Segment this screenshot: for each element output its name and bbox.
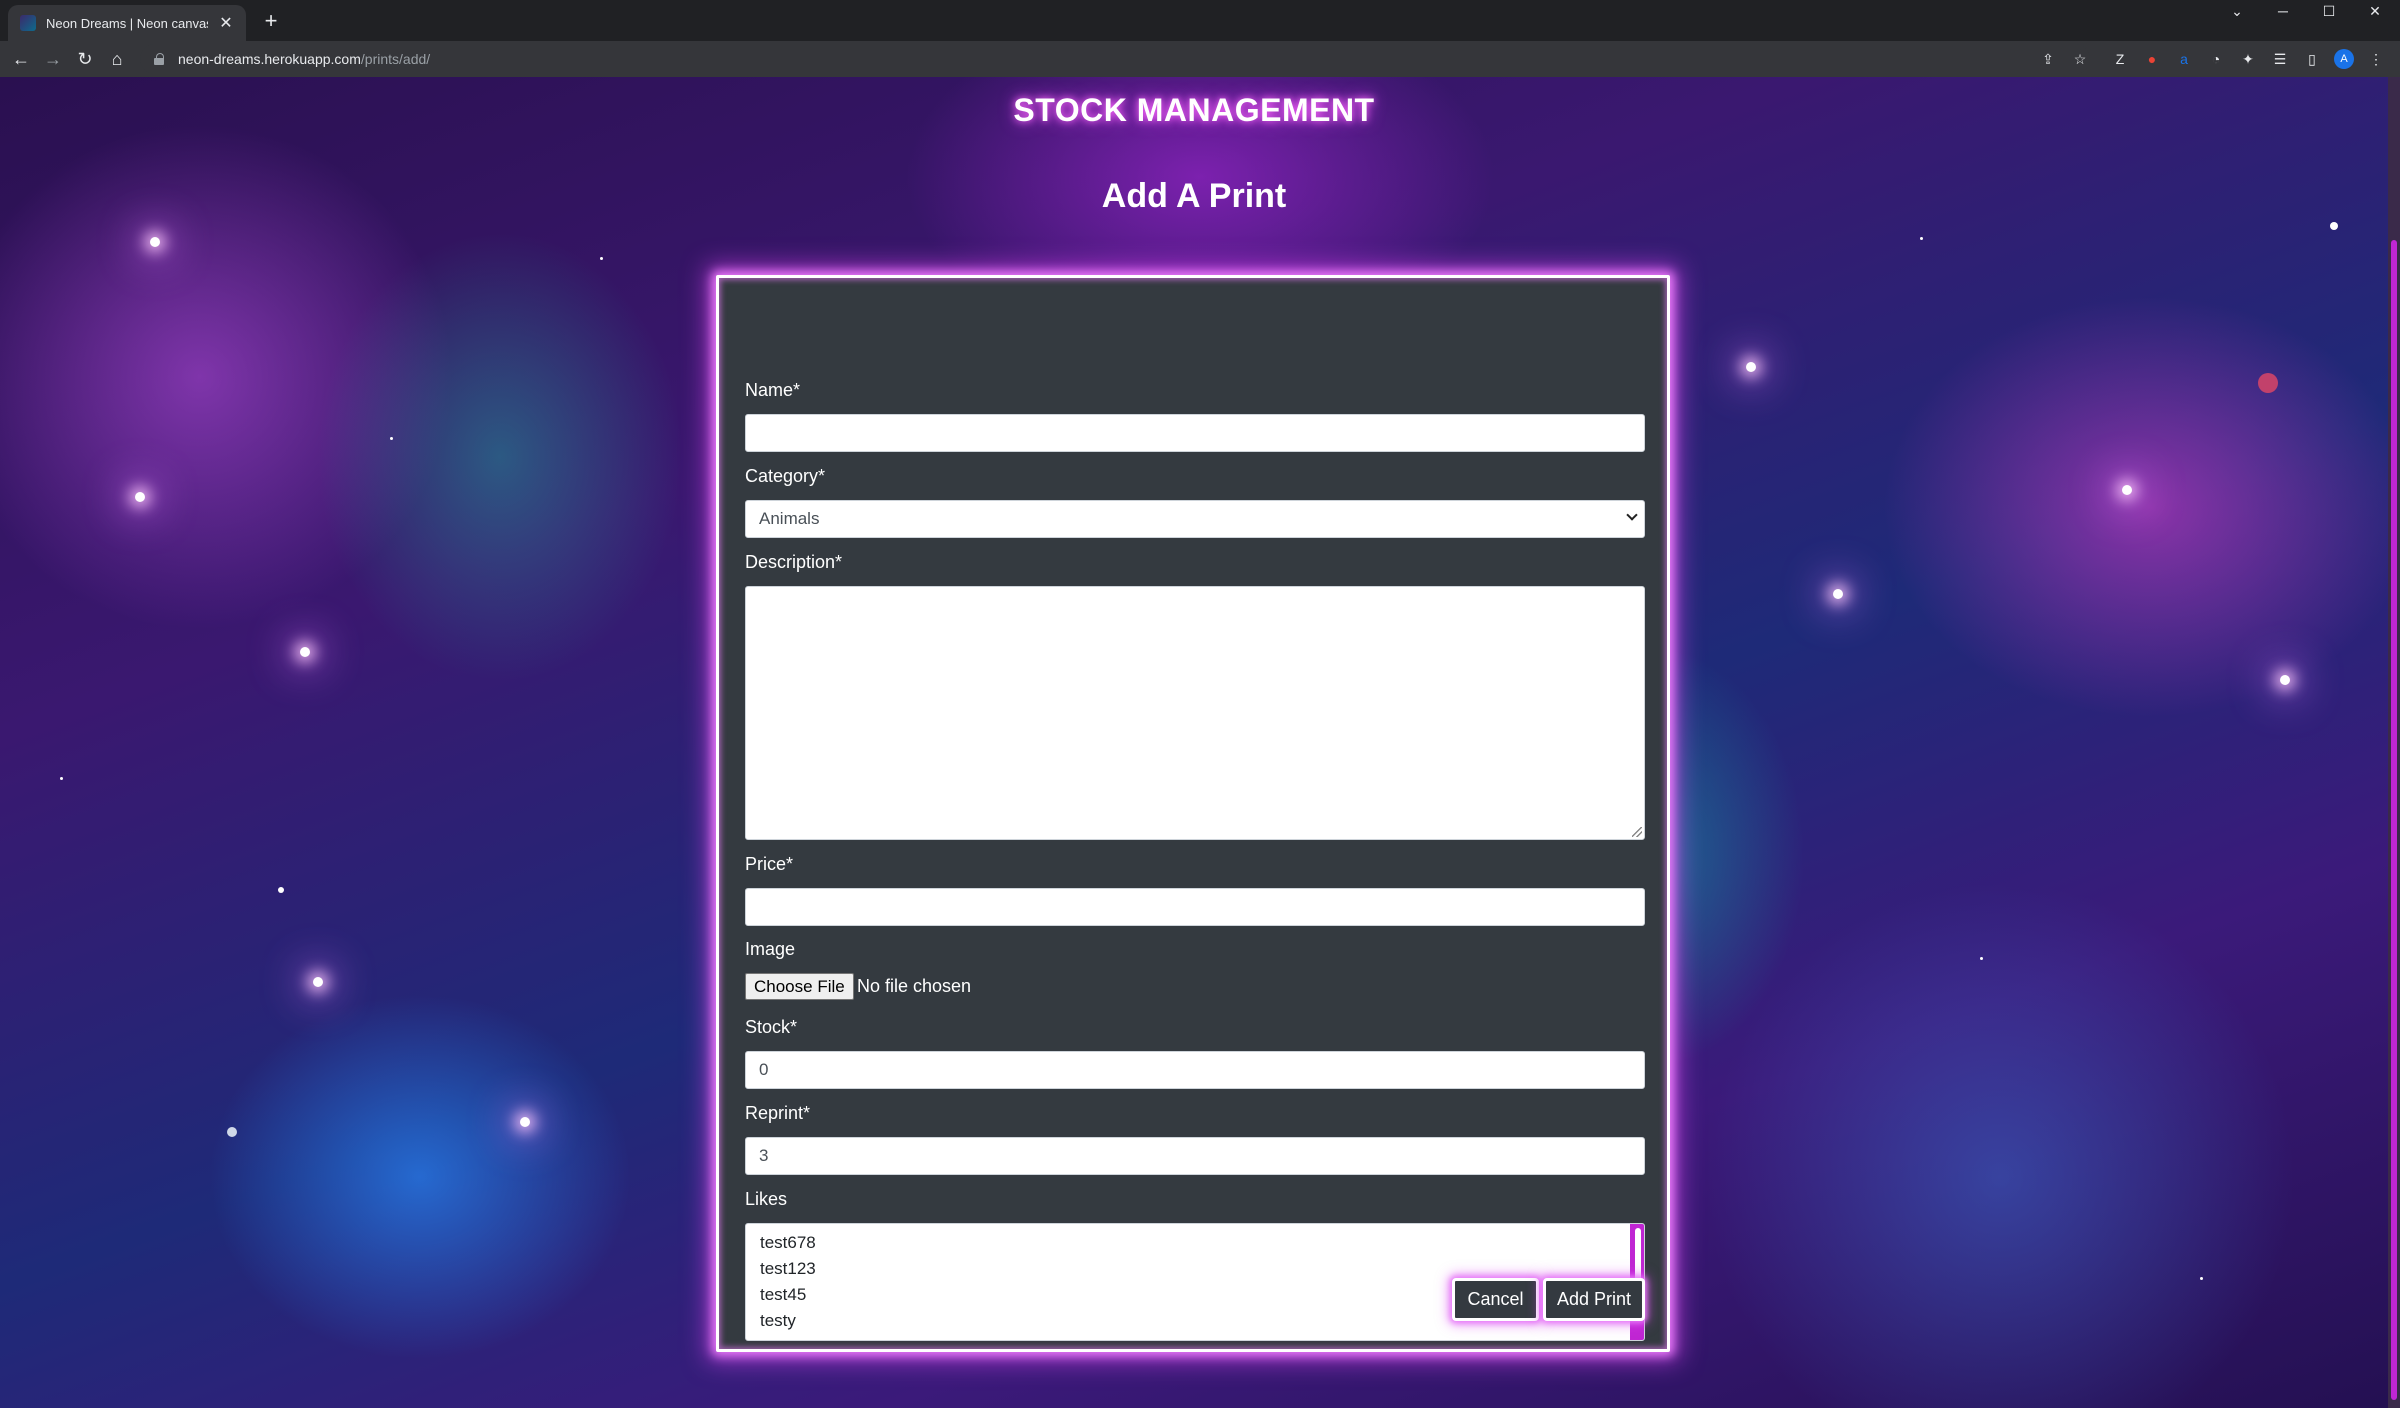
decorative-star-icon: [2280, 675, 2290, 685]
decorative-star-icon: [2122, 485, 2132, 495]
extension-z-icon[interactable]: Z: [2110, 49, 2130, 69]
likes-label: Likes: [745, 1189, 788, 1209]
file-status-text: No file chosen: [857, 976, 972, 996]
add-print-button[interactable]: Add Print: [1543, 1278, 1645, 1321]
decorative-star-icon: [278, 887, 284, 893]
new-tab-icon[interactable]: +: [258, 8, 284, 34]
lock-icon: [154, 53, 164, 65]
decorative-star-icon: [135, 492, 145, 502]
stock-label: Stock*: [745, 1017, 798, 1037]
description-label: Description*: [745, 552, 843, 572]
cancel-button[interactable]: Cancel: [1452, 1278, 1539, 1321]
choose-file-button[interactable]: Choose File: [745, 973, 854, 1000]
share-icon[interactable]: ⇪: [2038, 49, 2058, 69]
decorative-star-icon: [300, 647, 310, 657]
decorative-star-icon: [1746, 362, 1756, 372]
reprint-input[interactable]: 3: [745, 1137, 1645, 1175]
decorative-star-icon: [600, 257, 603, 260]
browser-tab-bar: Neon Dreams | Neon canvas pri ✕ + ⌄ ─ ☐ …: [0, 0, 2400, 41]
minimize-icon[interactable]: ─: [2260, 0, 2306, 22]
price-input[interactable]: [745, 888, 1645, 926]
browser-tab[interactable]: Neon Dreams | Neon canvas pri ✕: [8, 5, 246, 41]
price-label: Price*: [745, 854, 794, 874]
page-viewport: STOCK MANAGEMENT Add A Print Name* Categ…: [0, 77, 2388, 1408]
extension-a-icon[interactable]: a: [2174, 49, 2194, 69]
tab-title: Neon Dreams | Neon canvas pri: [46, 15, 208, 31]
moon-icon: [227, 1127, 237, 1137]
decorative-star-icon: [1980, 957, 1983, 960]
decorative-star-icon: [1833, 589, 1843, 599]
decorative-star-icon: [313, 977, 323, 987]
name-label: Name*: [745, 380, 801, 400]
maximize-icon[interactable]: ☐: [2306, 0, 2352, 22]
side-panel-icon[interactable]: ▯: [2302, 49, 2322, 69]
page-scroll-thumb[interactable]: [2391, 240, 2397, 1400]
name-input[interactable]: [745, 414, 1645, 452]
decorative-star-icon: [2200, 1277, 2203, 1280]
add-print-form: Name* Category* Animals Description* Pri…: [716, 275, 1670, 1352]
decorative-star-icon: [60, 777, 63, 780]
menu-kebab-icon[interactable]: ⋮: [2366, 49, 2386, 69]
category-selected-value: Animals: [759, 509, 820, 528]
reprint-label: Reprint*: [745, 1103, 811, 1123]
tab-search-icon[interactable]: ⌄: [2214, 0, 2260, 22]
decorative-star-icon: [390, 437, 393, 440]
description-textarea[interactable]: [745, 586, 1645, 840]
profile-avatar[interactable]: A: [2334, 49, 2354, 69]
likes-scroll-thumb[interactable]: [1635, 1228, 1641, 1284]
category-select[interactable]: Animals: [745, 500, 1645, 538]
extensions-puzzle-icon[interactable]: ✦: [2238, 49, 2258, 69]
stock-input[interactable]: 0: [745, 1051, 1645, 1089]
address-bar[interactable]: neon-dreams.herokuapp.com/prints/add/: [140, 44, 2090, 74]
reload-icon[interactable]: ↻: [72, 46, 98, 72]
decorative-star-icon: [1920, 237, 1923, 240]
resize-handle-icon[interactable]: [1632, 827, 1642, 837]
url-text: neon-dreams.herokuapp.com/prints/add/: [178, 51, 431, 67]
image-label: Image: [745, 939, 796, 959]
decorative-star-icon: [150, 237, 160, 247]
site-heading: STOCK MANAGEMENT: [1013, 92, 1375, 128]
page-title: Add A Print: [1101, 177, 1287, 215]
bookmark-star-icon[interactable]: ☆: [2070, 49, 2090, 69]
back-icon[interactable]: ←: [8, 46, 34, 72]
likes-option[interactable]: test678: [760, 1230, 1644, 1256]
extension-red-icon[interactable]: ●: [2142, 49, 2162, 69]
forward-icon[interactable]: →: [40, 46, 66, 72]
close-tab-icon[interactable]: ✕: [218, 13, 234, 33]
category-label: Category*: [745, 466, 826, 486]
decorative-star-icon: [520, 1117, 530, 1127]
decorative-star-icon: [2330, 222, 2338, 230]
close-window-icon[interactable]: ✕: [2352, 0, 2398, 22]
browser-toolbar: ← → ↻ ⌂ neon-dreams.herokuapp.com/prints…: [0, 41, 2400, 77]
site-favicon-icon: [20, 15, 36, 31]
home-icon[interactable]: ⌂: [104, 46, 130, 72]
planet-icon: [2258, 373, 2278, 393]
reading-list-icon[interactable]: ☰: [2270, 49, 2290, 69]
extension-ghost-icon[interactable]: ◔: [2206, 49, 2226, 69]
